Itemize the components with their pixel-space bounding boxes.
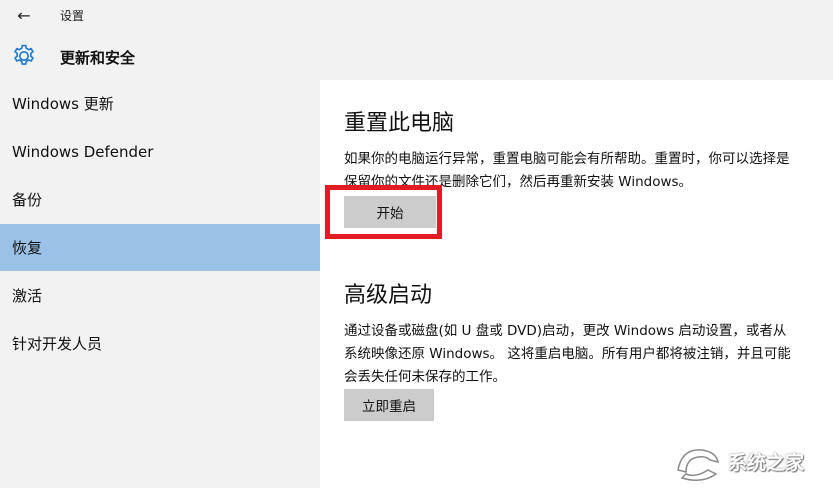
sidebar-item-label: Windows 更新	[12, 95, 114, 113]
sidebar-item-backup[interactable]: 备份	[0, 176, 320, 223]
restart-now-button[interactable]: 立即重启	[344, 389, 434, 421]
window-title: 设置	[60, 9, 85, 23]
sidebar: Windows 更新 Windows Defender 备份 恢复 激活 针对开…	[0, 80, 320, 488]
sidebar-item-windows-defender[interactable]: Windows Defender	[0, 128, 320, 175]
reset-pc-description: 如果你的电脑运行异常，重置电脑可能会有所帮助。重置时，你可以选择是保留你的文件还…	[344, 151, 790, 190]
sidebar-item-activation[interactable]: 激活	[0, 272, 320, 319]
reset-pc-heading: 重置此电脑	[344, 111, 455, 136]
advanced-startup-description: 通过设备或磁盘(如 U 盘或 DVD)启动，更改 Windows 启动设置，或者…	[344, 323, 791, 385]
sidebar-item-label: 激活	[12, 287, 43, 305]
sidebar-item-label: 备份	[12, 191, 43, 209]
sidebar-item-recovery[interactable]: 恢复	[0, 224, 320, 271]
advanced-startup-heading: 高级启动	[344, 283, 433, 308]
main-content: 重置此电脑 如果你的电脑运行异常，重置电脑可能会有所帮助。重置时，你可以选择是保…	[320, 80, 833, 488]
sidebar-item-label: 恢复	[12, 239, 43, 257]
back-arrow-icon: ←	[17, 5, 31, 25]
sidebar-item-for-developers[interactable]: 针对开发人员	[0, 320, 320, 367]
back-button[interactable]: ←	[10, 3, 38, 27]
sidebar-item-label: Windows Defender	[12, 142, 154, 161]
section-title: 更新和安全	[60, 49, 136, 67]
reset-start-button[interactable]: 开始	[344, 196, 436, 228]
title-bar: ← 设置 更新和安全	[0, 0, 833, 80]
sidebar-item-label: 针对开发人员	[12, 335, 103, 353]
gear-icon	[14, 44, 34, 65]
sidebar-item-windows-update[interactable]: Windows 更新	[0, 80, 320, 127]
